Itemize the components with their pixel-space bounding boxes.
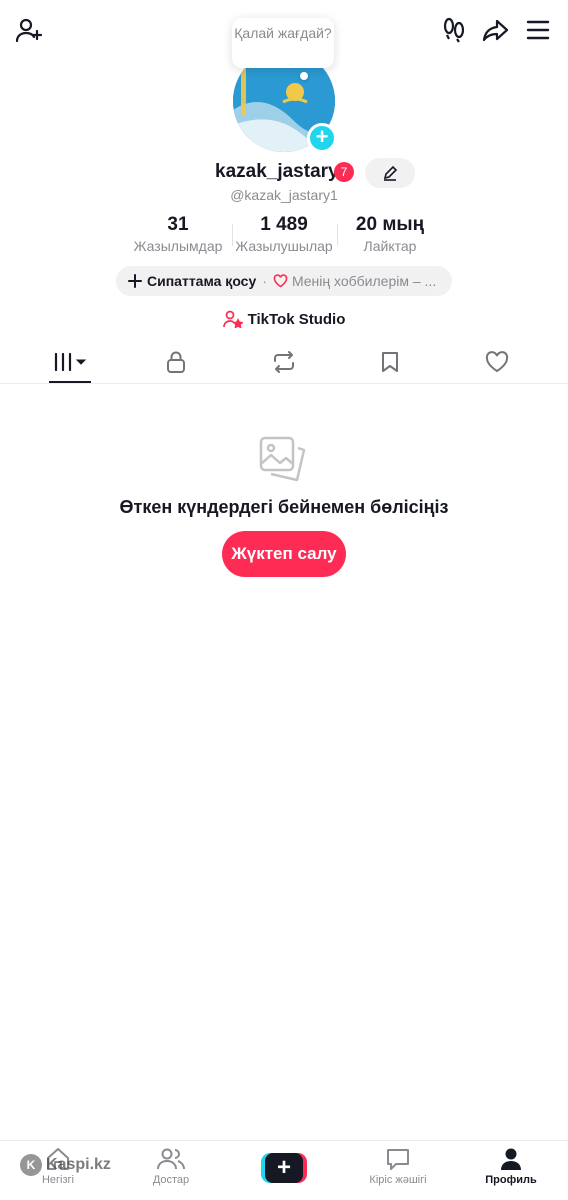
- likes-label: Лайктар: [363, 238, 417, 254]
- followers-count: 1 489: [260, 214, 308, 235]
- status-bubble[interactable]: Қалай жағдай?: [232, 18, 334, 68]
- studio-label: TikTok Studio: [247, 310, 346, 328]
- upload-button[interactable]: Жүктеп салу: [222, 531, 346, 577]
- footprints-icon[interactable]: [438, 14, 470, 46]
- inbox-icon: [387, 1149, 409, 1170]
- username: kazak_jastary: [215, 161, 339, 182]
- tab-saved[interactable]: [360, 340, 420, 384]
- heart-outline-icon: [273, 274, 288, 288]
- kaspi-logo: K: [20, 1154, 42, 1176]
- bubble-tail: [300, 72, 308, 80]
- hobbies-button[interactable]: Менің хоббилерім – ...: [273, 273, 436, 289]
- tab-private[interactable]: [146, 340, 206, 384]
- active-tab-indicator: [49, 381, 91, 383]
- add-avatar-button[interactable]: +: [307, 123, 337, 153]
- add-bio-button[interactable]: Сипаттама қосу: [128, 273, 256, 289]
- nav-profile-label: Профиль: [485, 1174, 537, 1186]
- tab-reposts[interactable]: [254, 340, 314, 384]
- tab-liked[interactable]: [467, 340, 527, 384]
- tiktok-studio-link[interactable]: TikTok Studio: [0, 310, 568, 328]
- following-label: Жазылымдар: [133, 238, 223, 254]
- watermark-text: Kaspi.kz: [46, 1156, 111, 1173]
- empty-state-title: Өткен күндердегі бейнемен бөлісіңіз: [119, 497, 449, 517]
- likes-count: 20 мың: [355, 214, 425, 235]
- heart-icon: [485, 351, 509, 373]
- menu-icon[interactable]: [522, 14, 554, 46]
- nav-friends-label: Достар: [152, 1174, 190, 1186]
- nav-friends[interactable]: Достар: [121, 1147, 221, 1186]
- bookmark-icon: [382, 352, 398, 372]
- content-tabs: [0, 340, 568, 384]
- nav-inbox-label: Кіріс жәшігі: [369, 1174, 427, 1186]
- likes-stat[interactable]: 20 мың Лайктар: [340, 214, 440, 254]
- share-icon[interactable]: [480, 14, 512, 46]
- plus-icon: +: [265, 1153, 303, 1183]
- following-count: 31: [167, 214, 189, 235]
- followers-stat[interactable]: 1 489 Жазылушылар: [232, 214, 336, 254]
- pencil-icon: [383, 165, 398, 181]
- photos-icon: [258, 434, 308, 484]
- edit-profile-button[interactable]: [365, 158, 415, 188]
- repost-icon: [274, 351, 294, 373]
- profile-icon: [501, 1148, 521, 1170]
- nav-inbox[interactable]: Кіріс жәшігі: [348, 1147, 448, 1186]
- user-handle: @kazak_jastary1: [230, 187, 338, 203]
- notification-badge[interactable]: 7: [334, 162, 354, 182]
- stat-divider: [337, 224, 338, 246]
- studio-user-icon: [222, 310, 243, 328]
- bio-separator: ·: [262, 273, 267, 289]
- bio-pill: Сипаттама қосу · Менің хоббилерім – ...: [116, 266, 452, 296]
- nav-profile[interactable]: Профиль: [461, 1147, 561, 1186]
- kaspi-watermark: K Kaspi.kz: [20, 1154, 111, 1176]
- add-friend-icon[interactable]: [13, 14, 45, 46]
- create-button[interactable]: +: [261, 1153, 307, 1183]
- username-row: kazak_jastary 7: [0, 158, 568, 188]
- lock-icon: [167, 351, 185, 373]
- grid-icon: [54, 352, 87, 372]
- tab-videos[interactable]: [40, 340, 100, 384]
- friends-icon: [157, 1148, 185, 1170]
- hobbies-label: Менің хоббилерім – ...: [291, 273, 437, 289]
- plus-icon: [128, 274, 142, 288]
- add-bio-label: Сипаттама қосу: [147, 273, 257, 289]
- following-stat[interactable]: 31 Жазылымдар: [128, 214, 228, 254]
- followers-label: Жазылушылар: [235, 238, 333, 254]
